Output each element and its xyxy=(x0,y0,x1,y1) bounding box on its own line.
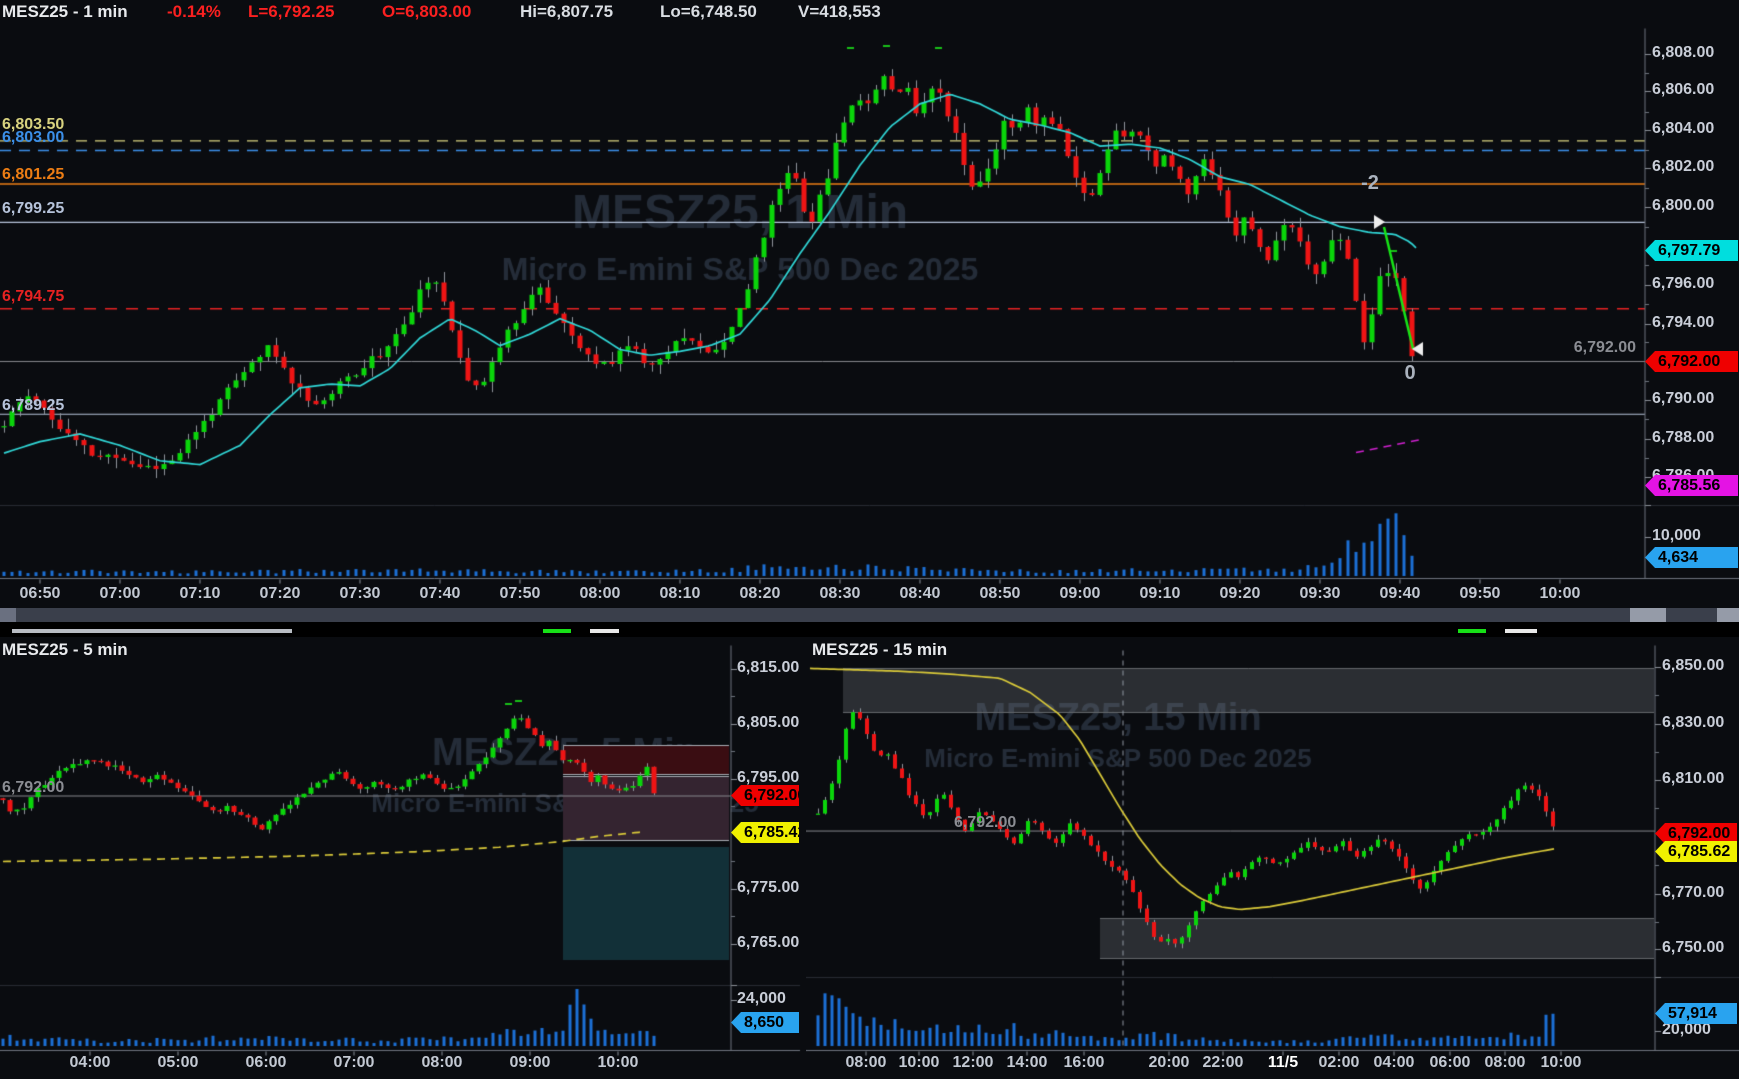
inline-price-5min: 6,792.00 xyxy=(2,779,64,797)
level-label-6789-25: 6,789.25 xyxy=(2,397,64,415)
h-scrollbar-thumb[interactable] xyxy=(1630,608,1666,622)
trade-marker-entry-quantity: -2 xyxy=(1352,172,1388,195)
level-label-6803-00: 6,803.00 xyxy=(2,129,64,147)
h-scrollbar-thumb2[interactable] xyxy=(1717,608,1739,622)
edge-strip-segment xyxy=(12,629,292,633)
chart-title-5min: MESZ25 - 5 min xyxy=(2,640,128,660)
chart-title-15min: MESZ25 - 15 min xyxy=(812,640,947,660)
h-scrollbar-left-cap[interactable] xyxy=(0,608,16,622)
chart-title-1min: MESZ25 - 1 min xyxy=(2,2,128,22)
quote-open: O=6,803.00 xyxy=(382,2,471,22)
level-label-6799-25: 6,799.25 xyxy=(2,200,64,218)
chart-canvas-5min[interactable] xyxy=(0,637,806,1079)
edge-strip-segment xyxy=(543,629,571,633)
level-label-6794-75: 6,794.75 xyxy=(2,288,64,306)
h-scrollbar[interactable] xyxy=(0,608,1739,622)
inline-price-15min: 6,792.00 xyxy=(954,814,1016,832)
quote-high: Hi=6,807.75 xyxy=(520,2,613,22)
level-label-6801-25: 6,801.25 xyxy=(2,166,64,184)
trade-marker-flat-quantity: 0 xyxy=(1392,362,1428,385)
edge-strip-segment xyxy=(1458,629,1486,633)
edge-strip-segment xyxy=(590,629,619,633)
quote-low: Lo=6,748.50 xyxy=(660,2,757,22)
chart-canvas-1min[interactable] xyxy=(0,0,1739,622)
edge-strip-segment xyxy=(1505,629,1537,633)
inline-price-1min: 6,792.00 xyxy=(1544,339,1636,357)
quote-volume: V=418,553 xyxy=(798,2,881,22)
chart-canvas-15min[interactable] xyxy=(806,637,1739,1079)
trading-workspace: MESZ25 - 1 min -0.14% L=6,792.25 O=6,803… xyxy=(0,0,1739,1079)
quote-last: L=6,792.25 xyxy=(248,2,335,22)
quote-change-pct: -0.14% xyxy=(167,2,221,22)
